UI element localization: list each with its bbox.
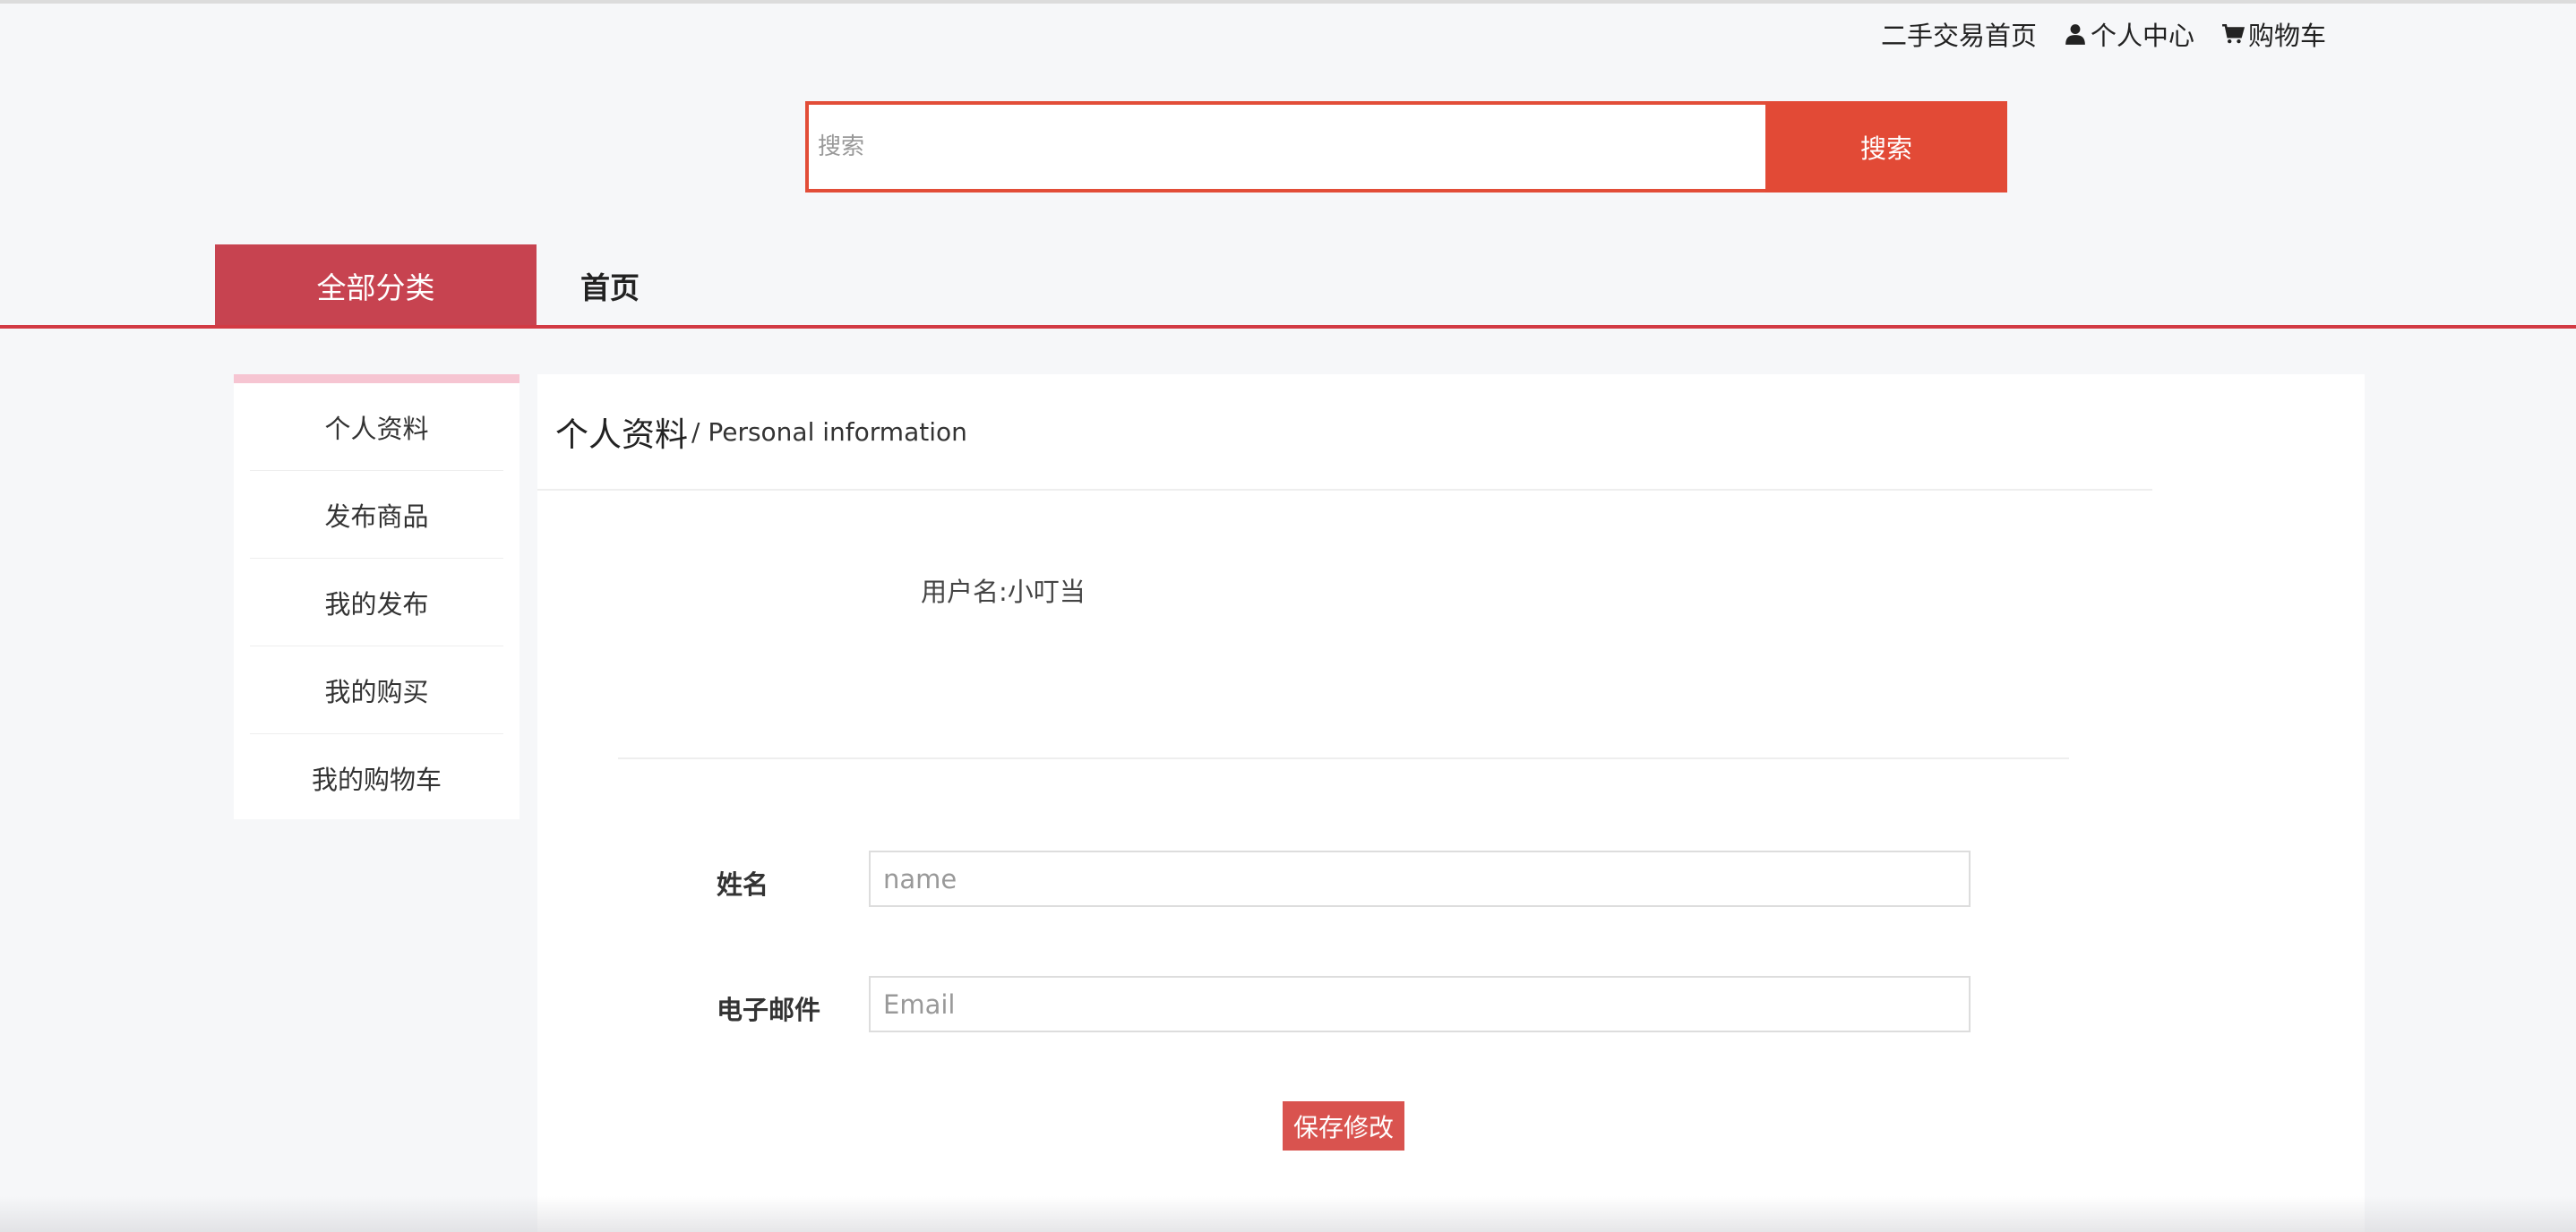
link-cart-label: 购物车 [2248,21,2327,51]
name-field[interactable] [869,851,1971,907]
sidebar-item-my-listings[interactable]: 我的发布 [250,559,503,646]
shopping-cart-icon [2222,23,2245,44]
save-changes-button[interactable]: 保存修改 [1283,1101,1404,1151]
link-market-home[interactable]: 二手交易首页 [1881,15,2037,53]
name-label: 姓名 [717,869,769,900]
profile-header: 个人资料 / Personal information [537,374,2152,491]
sidebar-item-label: 我的发布 [324,588,429,620]
nav-all-categories-label: 全部分类 [316,270,435,305]
user-icon [2065,24,2085,45]
page-subtitle: / Personal information [691,416,967,447]
username-row: 用户名: 小叮当 [921,571,1086,609]
sidebar-item-my-cart[interactable]: 我的购物车 [250,734,503,821]
nav-home-label: 首页 [580,270,640,305]
profile-panel: 个人资料 / Personal information 用户名: 小叮当 姓名 … [537,374,2365,1232]
sidebar-item-label: 我的购买 [324,676,429,707]
sidebar: 个人资料 发布商品 我的发布 我的购买 我的购物车 [234,374,519,819]
top-links: 二手交易首页 个人中心 购物车 [1881,16,2326,52]
section-divider [618,757,2069,759]
username-label: 用户名: [921,577,1008,607]
top-border [0,0,2576,4]
link-market-home-label: 二手交易首页 [1881,21,2038,51]
sidebar-item-label: 发布商品 [324,500,429,532]
email-field[interactable] [869,976,1971,1032]
page-title: 个人资料 [555,415,688,454]
nav-home[interactable]: 首页 [580,244,640,327]
sidebar-item-profile[interactable]: 个人资料 [250,383,503,471]
search-button[interactable]: 搜索 [1765,101,2007,192]
link-user-center[interactable]: 个人中心 [2064,15,2194,53]
search-input[interactable] [805,101,1765,192]
link-cart[interactable]: 购物车 [2221,15,2326,53]
sidebar-item-label: 我的购物车 [311,764,442,795]
search-bar: 搜索 [805,101,2007,192]
sidebar-item-my-purchases[interactable]: 我的购买 [250,646,503,734]
sidebar-item-label: 个人资料 [324,413,429,444]
link-user-center-label: 个人中心 [2091,21,2195,51]
nav-divider [0,325,2576,329]
username-value: 小叮当 [1007,577,1086,607]
email-label: 电子邮件 [717,995,821,1025]
nav-all-categories[interactable]: 全部分类 [215,244,537,327]
sidebar-item-publish-item[interactable]: 发布商品 [250,471,503,559]
